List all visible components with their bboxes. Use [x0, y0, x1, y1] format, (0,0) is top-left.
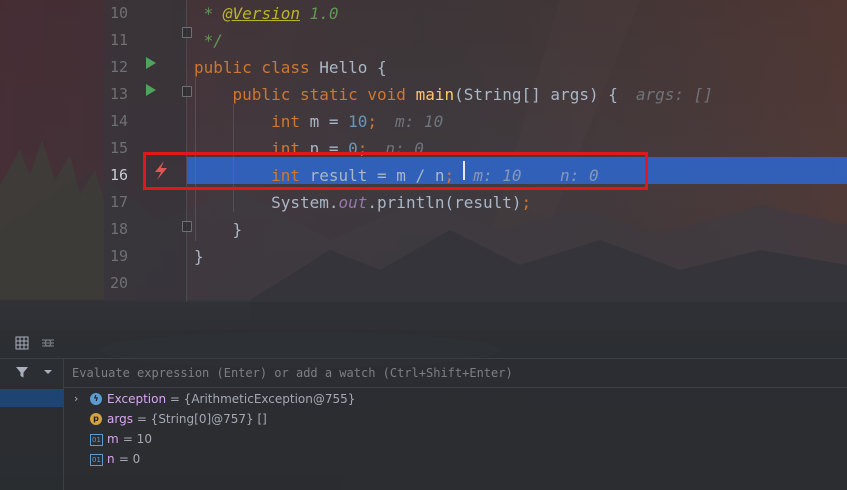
variable-row[interactable]: p args = {String[0]@757} [] [64, 409, 847, 429]
line-number[interactable]: 20 [104, 270, 128, 297]
code-text[interactable]: */ [194, 27, 223, 54]
line-number[interactable]: 17 [104, 189, 128, 216]
code-token: (String[] args) { [454, 85, 618, 104]
code-line[interactable]: 10 * @Version 1.0 [0, 0, 847, 27]
code-token: } [194, 247, 204, 266]
code-token: ; [367, 112, 378, 131]
debugger-panel: Evaluate expression (Enter) or add a wat… [0, 302, 847, 490]
variable-value: = 0 [115, 452, 141, 466]
watches-icon[interactable] [40, 336, 56, 352]
code-token: m = [309, 112, 349, 131]
debugger-header-spacer [0, 302, 847, 330]
code-token: 1.0 [299, 4, 339, 23]
local-var-icon: 01 [90, 454, 103, 466]
variable-row[interactable]: › ϟ Exception = {ArithmeticException@755} [64, 389, 847, 409]
line-number[interactable]: 10 [104, 0, 128, 27]
code-line[interactable]: 19} [0, 243, 847, 270]
line-number[interactable]: 16 [104, 162, 128, 189]
variable-value: = 10 [119, 432, 152, 446]
line-number[interactable]: 11 [104, 27, 128, 54]
code-editor[interactable]: 10 * @Version 1.0 11 */12 public class Hel… [0, 0, 847, 302]
code-line[interactable]: 13 public static void main(String[] args… [0, 81, 847, 108]
line-number[interactable]: 19 [104, 243, 128, 270]
expand-arrow-icon[interactable]: › [74, 389, 78, 409]
variable-name: Exception [107, 392, 167, 406]
table-icon[interactable] [14, 336, 30, 352]
code-text[interactable]: * @Version 1.0 [194, 0, 339, 27]
chevron-down-icon[interactable] [40, 365, 56, 381]
code-token: ; [521, 193, 532, 212]
code-token: .println(result) [367, 193, 522, 212]
code-line[interactable]: 11 */ [0, 27, 847, 54]
local-var-icon: 01 [90, 434, 103, 446]
debugger-toolbar [0, 330, 847, 359]
code-line[interactable]: 12 public class Hello { [0, 54, 847, 81]
evaluate-expression-input[interactable]: Evaluate expression (Enter) or add a wat… [64, 359, 847, 388]
code-token: @Version [222, 4, 300, 23]
code-text[interactable]: public class Hello { [194, 54, 387, 81]
filter-icon[interactable] [14, 365, 30, 381]
line-number[interactable]: 14 [104, 108, 128, 135]
code-text[interactable]: int m = 10; m: 10 [194, 108, 443, 135]
code-token: * [194, 4, 223, 23]
variable-name: n [107, 452, 115, 466]
code-token: out [338, 193, 368, 212]
code-text[interactable]: public static void main(String[] args) {… [194, 81, 713, 108]
exception-icon: ϟ [90, 393, 102, 405]
evaluate-expression-placeholder: Evaluate expression (Enter) or add a wat… [72, 366, 513, 380]
inline-debug-value: m: 10 [395, 112, 444, 131]
code-text[interactable]: } [194, 243, 204, 270]
variable-name: args [107, 412, 133, 426]
code-line[interactable]: 18 } [0, 216, 847, 243]
code-token: public class [194, 58, 320, 77]
line-number[interactable]: 13 [104, 81, 128, 108]
code-token: */ [194, 31, 223, 50]
code-text[interactable]: } [194, 216, 243, 243]
variable-value: = {ArithmeticException@755} [166, 392, 356, 406]
code-token: main [415, 85, 455, 104]
code-token: } [194, 220, 243, 239]
code-token: int [194, 112, 310, 131]
inline-debug-value: args: [] [635, 85, 713, 104]
variable-row[interactable]: 01 m = 10 [64, 429, 847, 449]
code-line[interactable]: 20 [0, 270, 847, 297]
code-line[interactable]: 14 int m = 10; m: 10 [0, 108, 847, 135]
variable-value: = {String[0]@757} [] [133, 412, 267, 426]
variables-tree[interactable]: › ϟ Exception = {ArithmeticException@755} p… [64, 388, 847, 490]
code-token: Hello { [319, 58, 387, 77]
frame-selection-highlight[interactable] [0, 389, 63, 407]
annotation-highlight-box [143, 152, 648, 190]
line-number[interactable]: 18 [104, 216, 128, 243]
code-token: System. [194, 193, 339, 212]
code-text[interactable]: System.out.println(result); [194, 189, 531, 216]
code-line[interactable]: 17 System.out.println(result); [0, 189, 847, 216]
param-icon: p [90, 413, 102, 425]
line-number[interactable]: 12 [104, 54, 128, 81]
code-token: 10 [348, 112, 368, 131]
line-number[interactable]: 15 [104, 135, 128, 162]
debugger-side-panel [0, 359, 64, 490]
code-token: public static void [194, 85, 416, 104]
variable-row[interactable]: 01 n = 0 [64, 449, 847, 469]
variable-name: m [107, 432, 119, 446]
